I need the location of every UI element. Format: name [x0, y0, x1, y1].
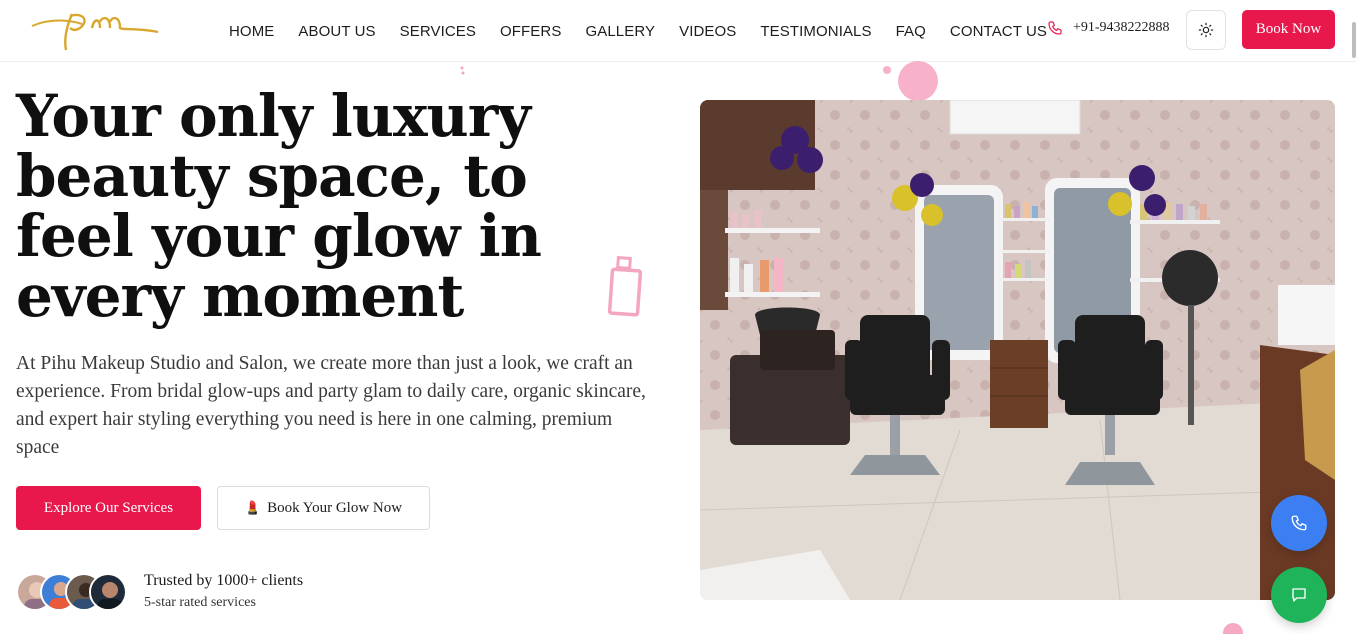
- book-glow-label: Book Your Glow Now: [267, 499, 403, 516]
- explore-services-button[interactable]: Explore Our Services: [16, 486, 201, 530]
- hero-headline: Your only luxury beauty space, to feel y…: [16, 82, 542, 330]
- client-avatars: [16, 573, 128, 611]
- nav-home[interactable]: HOME: [229, 23, 274, 40]
- page-scrollbar[interactable]: [1352, 22, 1356, 58]
- sun-icon: [1198, 22, 1214, 38]
- phone-icon: [1048, 21, 1062, 35]
- nav-about-us[interactable]: ABOUT US: [298, 23, 375, 40]
- avatar: [89, 573, 127, 611]
- book-glow-button[interactable]: 💄 Book Your Glow Now: [217, 486, 430, 530]
- chat-floating-button[interactable]: [1271, 567, 1327, 623]
- brand-logo[interactable]: [30, 6, 162, 54]
- decor-bubbles: [883, 61, 938, 101]
- main-nav: HOME ABOUT US SERVICES OFFERS GALLERY VI…: [229, 0, 1071, 62]
- header-phone-link[interactable]: +91-9438222888: [1047, 20, 1170, 36]
- nav-contact-us[interactable]: CONTACT US: [950, 23, 1047, 40]
- decor-dots: [460, 66, 465, 75]
- hero-description: At Pihu Makeup Studio and Salon, we crea…: [16, 353, 646, 458]
- header-phone-number: +91-9438222888: [1073, 20, 1170, 35]
- lipstick-icon: 💄: [244, 500, 262, 515]
- trust-subtitle: 5-star rated services: [144, 595, 256, 610]
- trust-title: Trusted by 1000+ clients: [144, 572, 304, 589]
- site-header: HOME ABOUT US SERVICES OFFERS GALLERY VI…: [0, 0, 1356, 62]
- decor-bubble-bottom: [1223, 623, 1243, 634]
- logo-mark: [31, 13, 159, 51]
- nav-faq[interactable]: FAQ: [896, 23, 926, 40]
- book-now-button[interactable]: Book Now: [1242, 10, 1335, 49]
- salon-interior-photo: [700, 100, 1335, 600]
- call-floating-button[interactable]: [1271, 495, 1327, 551]
- nav-testimonials[interactable]: TESTIMONIALS: [760, 23, 871, 40]
- nav-services[interactable]: SERVICES: [400, 23, 476, 40]
- theme-toggle-button[interactable]: [1186, 10, 1226, 50]
- phone-icon: [1291, 515, 1307, 531]
- chat-bubble-icon: [1292, 588, 1306, 602]
- nav-offers[interactable]: OFFERS: [500, 23, 561, 40]
- nav-gallery[interactable]: GALLERY: [585, 23, 655, 40]
- nav-videos[interactable]: VIDEOS: [679, 23, 736, 40]
